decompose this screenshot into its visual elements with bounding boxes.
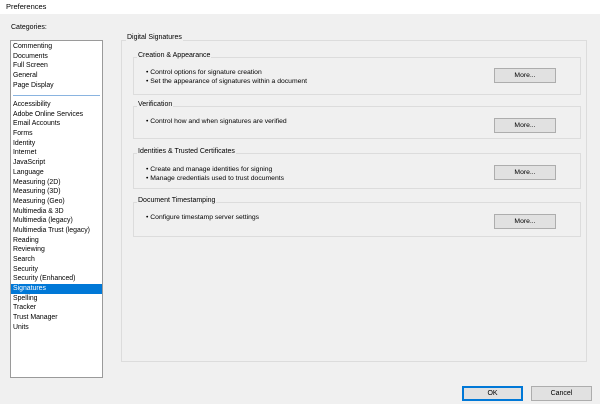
- verification-more-button[interactable]: More...: [494, 118, 556, 133]
- section-bullet: • Manage credentials used to trust docum…: [146, 175, 285, 182]
- category-item[interactable]: Measuring (Geo): [11, 197, 102, 207]
- category-item[interactable]: Documents: [11, 52, 102, 62]
- category-item[interactable]: General: [11, 71, 102, 81]
- category-item[interactable]: Accessibility: [11, 100, 102, 110]
- category-item[interactable]: Multimedia Trust (legacy): [11, 226, 102, 236]
- categories-top-group: Commenting Documents Full Screen General…: [11, 42, 102, 90]
- category-item[interactable]: Reviewing: [11, 245, 102, 255]
- section-bullet: • Set the appearance of signatures withi…: [146, 78, 308, 85]
- section-bullet: • Create and manage identities for signi…: [146, 166, 273, 173]
- window-title: Preferences: [6, 2, 47, 11]
- category-item[interactable]: Trust Manager: [11, 313, 102, 323]
- category-item[interactable]: Internet: [11, 148, 102, 158]
- category-item[interactable]: Multimedia (legacy): [11, 216, 102, 226]
- category-item[interactable]: Multimedia & 3D: [11, 207, 102, 217]
- category-item[interactable]: Commenting: [11, 42, 102, 52]
- section-title: Verification: [137, 101, 174, 108]
- category-item[interactable]: Measuring (3D): [11, 187, 102, 197]
- categories-list[interactable]: Commenting Documents Full Screen General…: [10, 40, 103, 378]
- section-title: Creation & Appearance: [137, 52, 212, 59]
- category-item[interactable]: Measuring (2D): [11, 178, 102, 188]
- category-item[interactable]: Page Display: [11, 81, 102, 91]
- category-item[interactable]: Email Accounts: [11, 119, 102, 129]
- section-title: Document Timestamping: [137, 197, 217, 204]
- category-item[interactable]: Identity: [11, 139, 102, 149]
- category-item[interactable]: Forms: [11, 129, 102, 139]
- timestamping-more-button[interactable]: More...: [494, 214, 556, 229]
- categories-label: Categories:: [11, 24, 47, 31]
- cancel-button[interactable]: Cancel: [531, 386, 592, 401]
- section-bullet: • Control options for signature creation: [146, 69, 262, 76]
- section-bullet: • Configure timestamp server settings: [146, 214, 260, 221]
- category-separator: [13, 95, 100, 96]
- category-item[interactable]: Adobe Online Services: [11, 110, 102, 120]
- category-item[interactable]: Search: [11, 255, 102, 265]
- category-item[interactable]: Security (Enhanced): [11, 274, 102, 284]
- creation-more-button[interactable]: More...: [494, 68, 556, 83]
- category-item[interactable]: Reading: [11, 236, 102, 246]
- section-bullet: • Control how and when signatures are ve…: [146, 118, 287, 125]
- title-bar: Preferences: [0, 0, 600, 14]
- category-item[interactable]: Tracker: [11, 303, 102, 313]
- category-item[interactable]: Units: [11, 323, 102, 333]
- categories-main-group: Accessibility Adobe Online Services Emai…: [11, 100, 102, 333]
- category-item[interactable]: JavaScript: [11, 158, 102, 168]
- identities-more-button[interactable]: More...: [494, 165, 556, 180]
- category-item-selected[interactable]: Signatures: [11, 284, 102, 294]
- category-item[interactable]: Spelling: [11, 294, 102, 304]
- category-item[interactable]: Language: [11, 168, 102, 178]
- category-item[interactable]: Security: [11, 265, 102, 275]
- section-title: Identities & Trusted Certificates: [137, 148, 236, 155]
- category-item[interactable]: Full Screen: [11, 61, 102, 71]
- ok-button[interactable]: OK: [462, 386, 523, 401]
- panel-title: Digital Signatures: [126, 34, 183, 41]
